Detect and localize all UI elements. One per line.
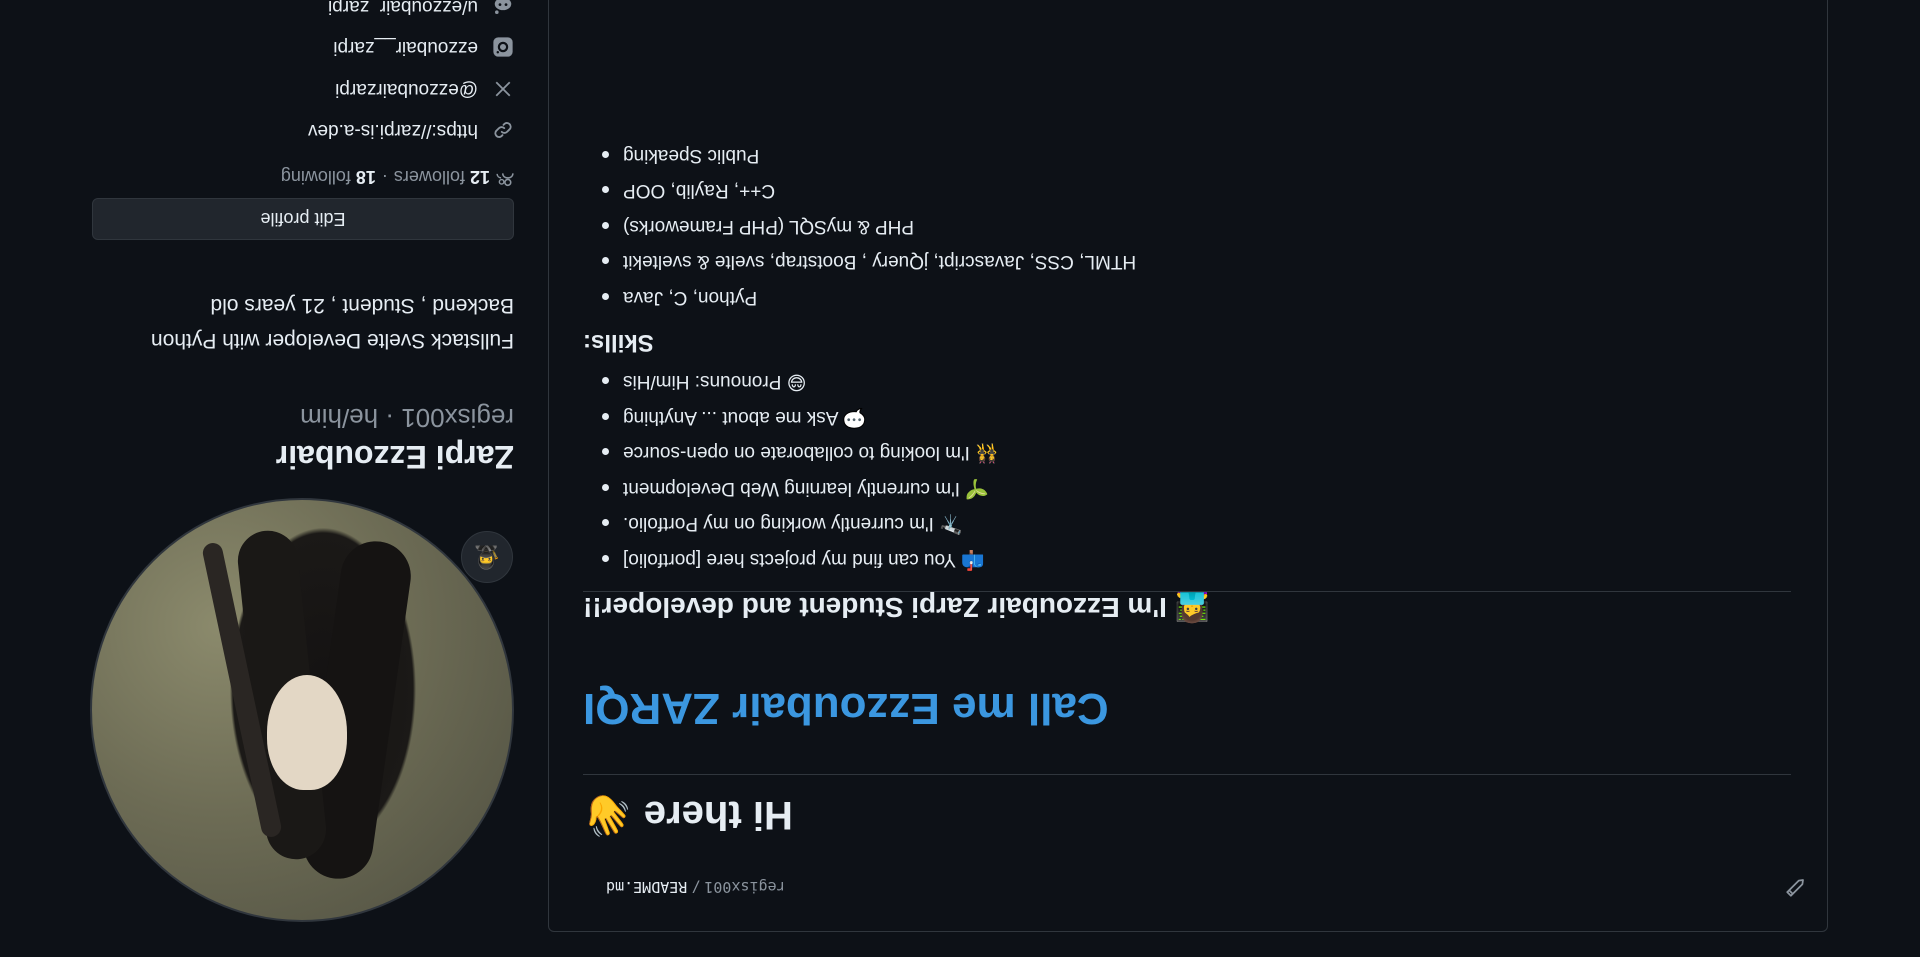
following-label: following [280,167,351,187]
list-item: C++, Raylib, OOP [583,173,1791,209]
pronouns: he/him [300,403,379,433]
readme-path: regisx001/README.md [606,878,786,896]
intro-list: 📫 You can find my projects here [portfol… [583,364,1791,577]
website-url: https://zarpi.is-a.dev [307,120,478,141]
website-link[interactable]: https://zarpi.is-a.dev [308,119,514,141]
readme-repo-link[interactable]: regisx001 [704,878,785,896]
readme-callme-heading: Call me Ezzoubair ZARQI [583,684,1109,733]
twitter-handle: @ezzoubairzarpi [335,79,478,100]
display-name: Zarpi Ezzoubair [275,439,514,475]
divider [583,774,1791,775]
reddit-icon [492,0,514,17]
instagram-link[interactable]: ezzoubair__zarpi [333,36,514,58]
followers-link[interactable]: 12 followers [394,166,490,187]
divider [583,591,1791,592]
list-item: 😄 Pronouns: Him/His [583,364,1791,400]
people-icon [496,165,514,188]
pencil-icon [1785,872,1805,898]
twitter-link[interactable]: @ezzoubairzarpi [335,78,514,100]
list-item: 🔭 I'm currently working on my Portfolio. [583,506,1791,542]
profile-bio: Fullstack Svelte Developer with Python B… [90,288,514,358]
bio-line: Fullstack Svelte Developer with Python [151,329,514,352]
skills-list: Python, C, Java HTML, CSS, Javascript, j… [583,138,1791,316]
followers-label: followers [393,167,465,187]
list-item: Python, C, Java [583,280,1791,316]
avatar-face-shape [267,675,347,790]
list-item: 👯 I'm looking to collaborate on open-sou… [583,435,1791,471]
username: regisx001 [401,403,514,433]
follow-stats: 12 followers · 18 following [281,165,514,188]
list-item: 🌱 I'm currently learning Web Development [583,471,1791,507]
x-twitter-icon [492,78,514,100]
reddit-handle: u/ezzoubair_zarpi [328,0,478,17]
bio-line: Backend , Student , 21 years old [210,294,514,317]
followers-count: 12 [469,167,490,187]
avatar-container: 🥷 [90,498,514,922]
readme-file-name: README.md [606,878,688,896]
skills-heading: Skills: [583,329,654,356]
readme-panel: regisx001/README.md Hi there 👋 Call me E… [548,0,1828,932]
status-emoji: 🥷 [473,545,501,570]
list-item: 📫 You can find my projects here [portfol… [583,542,1791,578]
following-link[interactable]: 18 following [281,166,376,187]
list-item: HTML, CSS, Javascript, jQuery , Bootstra… [583,244,1791,280]
list-item: Public Speaking [583,138,1791,174]
status-badge[interactable]: 🥷 [461,531,513,583]
readme-greeting: Hi there 👋 [583,793,793,837]
path-separator: / [691,878,701,896]
following-count: 18 [355,167,376,187]
separator: · [385,403,395,433]
instagram-icon [492,36,514,58]
list-item: 💬 Ask me about ... Anything [583,400,1791,436]
avatar[interactable] [90,498,514,922]
readme-intro-heading: 👩‍💻 I'm Ezzoubair Zarpi Student and deve… [583,592,1210,623]
list-item: PHP & mySQL (PHP Frameworks) [583,209,1791,245]
link-icon [492,119,514,141]
edit-readme-button[interactable] [1779,869,1811,901]
dot-separator: · [381,167,388,187]
edit-profile-button[interactable]: Edit profile [92,198,514,240]
instagram-handle: ezzoubair__zarpi [333,37,478,58]
page-rotated: 🥷 Zarpi Ezzoubair regisx001 · he/him Ful… [0,0,1920,957]
profile-sidebar: 🥷 Zarpi Ezzoubair regisx001 · he/him Ful… [90,0,514,957]
username-line: regisx001 · he/him [300,402,514,433]
reddit-link[interactable]: u/ezzoubair_zarpi [328,0,514,17]
